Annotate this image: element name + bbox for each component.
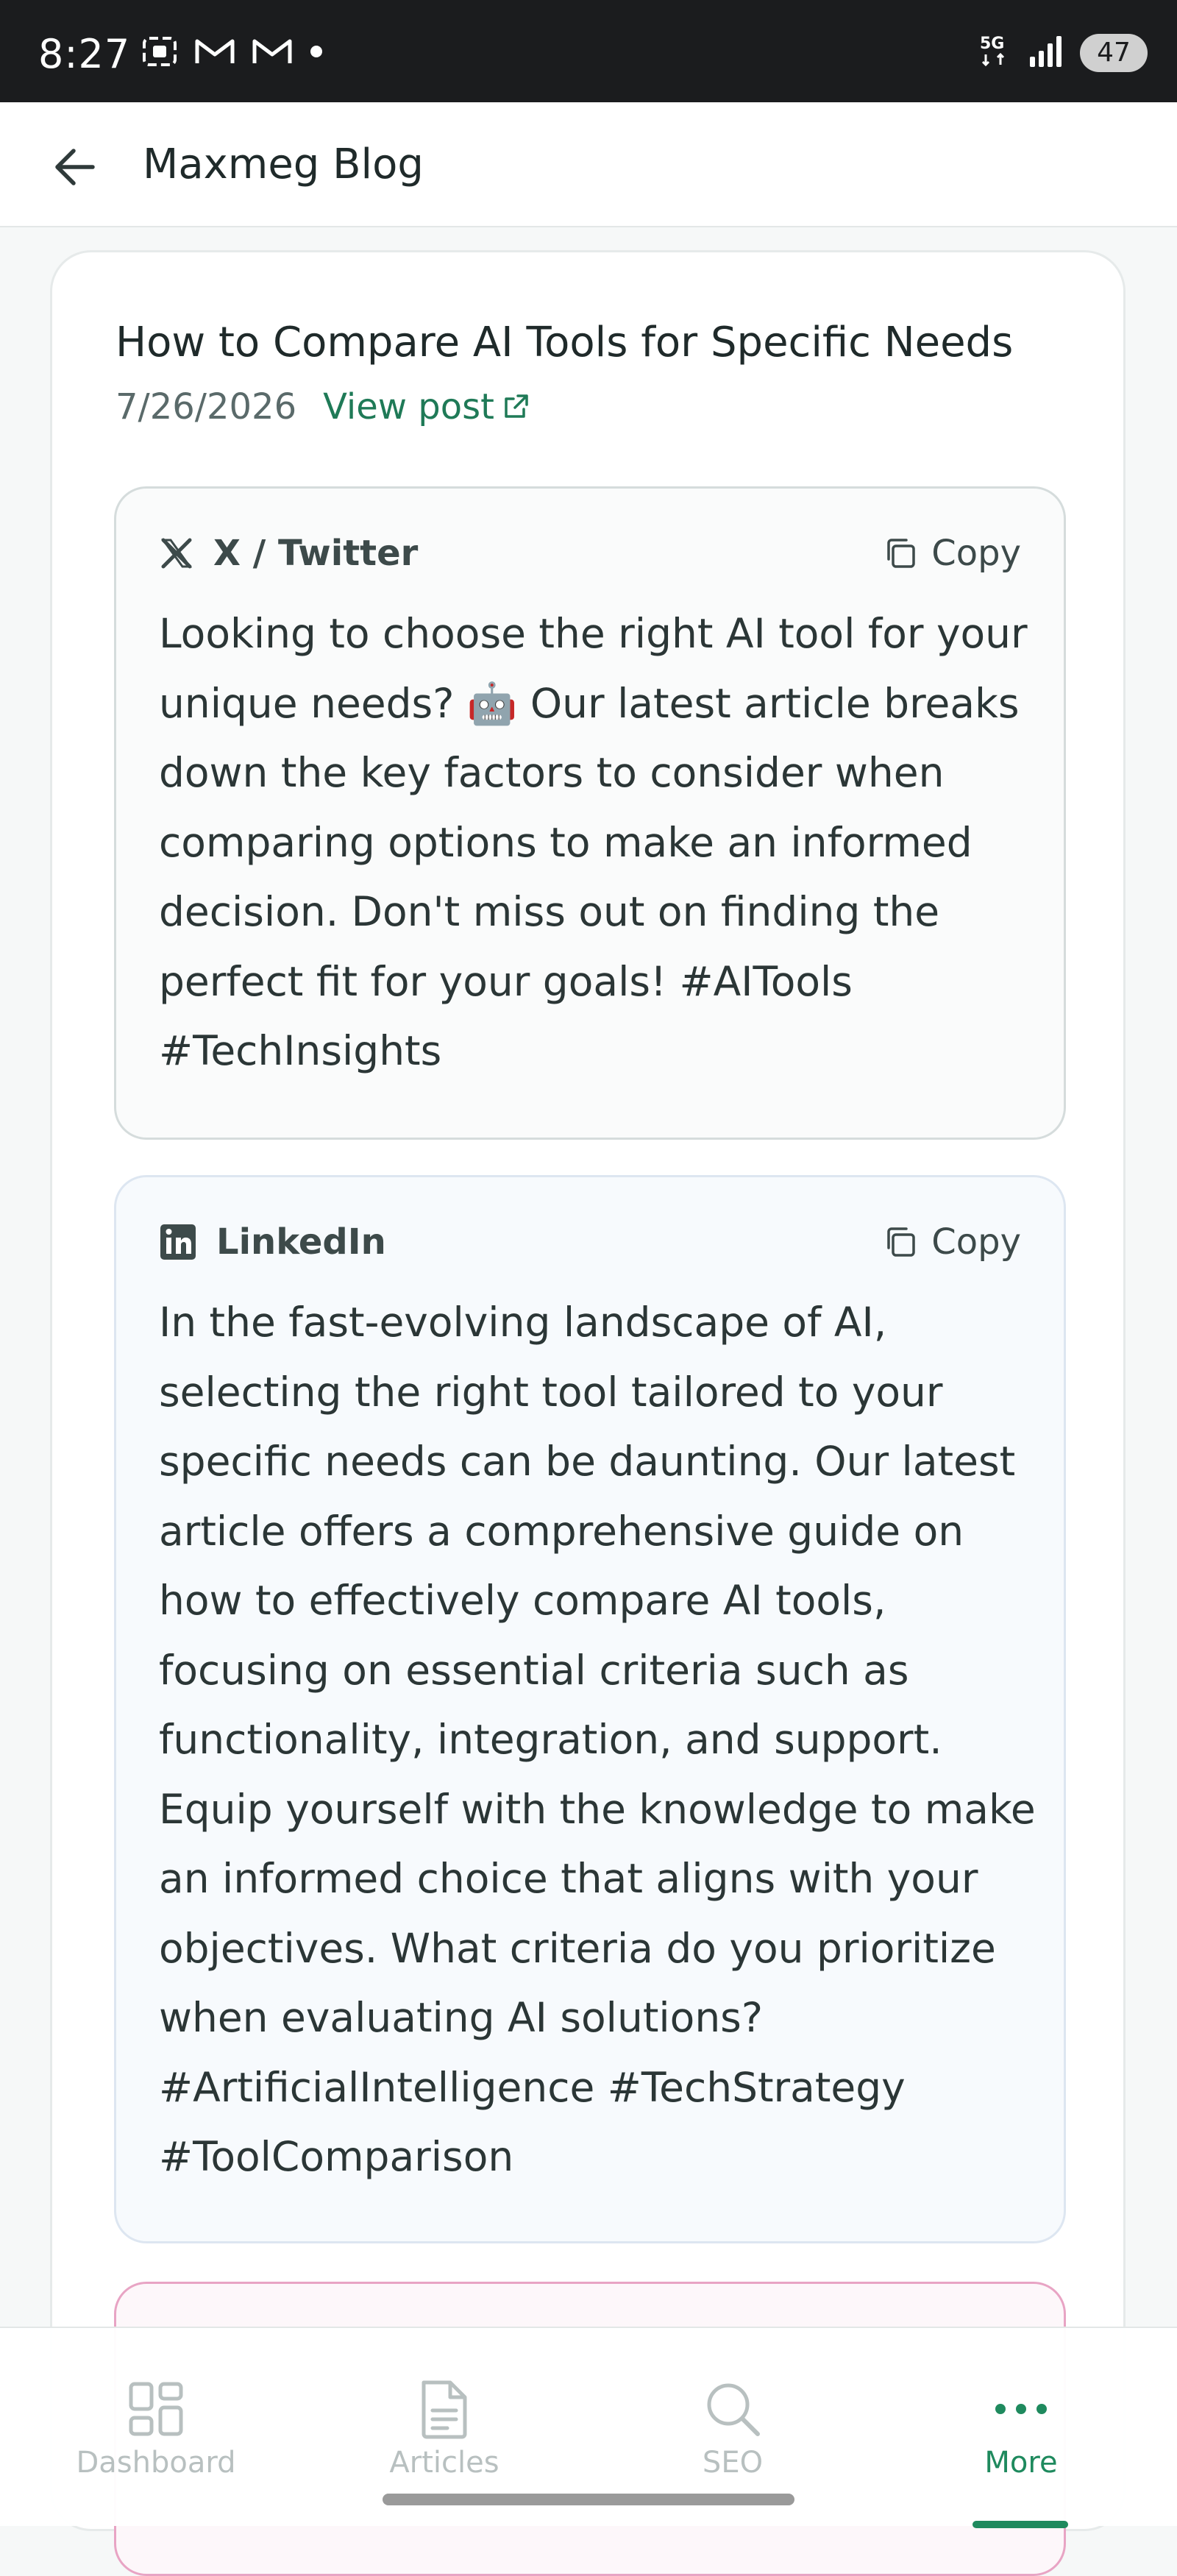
- nav-item-dashboard[interactable]: Dashboard: [46, 2372, 266, 2480]
- linkedin-icon: [160, 1224, 196, 1260]
- nav-item-more[interactable]: More: [911, 2372, 1131, 2480]
- screenshot-icon: [141, 35, 178, 71]
- gesture-handle[interactable]: [383, 2494, 794, 2505]
- twitter-copy-button[interactable]: Copy: [883, 533, 1021, 574]
- view-post-label: View post: [323, 386, 494, 427]
- linkedin-label: LinkedIn: [216, 1221, 386, 1263]
- post-meta: 7/26/2026 View post: [115, 386, 530, 427]
- linkedin-header: LinkedIn: [159, 1221, 386, 1263]
- status-time: 8:27: [38, 31, 131, 77]
- more-icon: [995, 2404, 1047, 2414]
- post-title: How to Compare AI Tools for Specific Nee…: [115, 319, 1014, 366]
- linkedin-post-text: In the fast-evolving landscape of AI, se…: [159, 1299, 1036, 2180]
- app-title: Maxmeg Blog: [143, 141, 424, 188]
- copy-icon: [887, 1227, 915, 1257]
- nav-label-seo: SEO: [702, 2446, 764, 2480]
- nav-item-articles[interactable]: Articles: [334, 2372, 555, 2480]
- twitter-post-box: X / Twitter Copy Looking to choose the r…: [114, 486, 1066, 1140]
- battery-indicator: 47: [1080, 33, 1148, 72]
- notification-icons: [141, 35, 324, 71]
- twitter-header: X / Twitter: [159, 533, 418, 574]
- nav-label-more: More: [984, 2446, 1058, 2480]
- linkedin-copy-button[interactable]: Copy: [883, 1221, 1021, 1263]
- copy-label: Copy: [931, 1221, 1021, 1263]
- twitter-label: X / Twitter: [213, 533, 419, 574]
- nav-item-seo[interactable]: SEO: [622, 2372, 843, 2480]
- network-5g-icon: 5G: [978, 32, 1012, 73]
- active-tab-indicator: [972, 2521, 1068, 2528]
- nav-label-articles: Articles: [389, 2446, 499, 2480]
- search-icon: [707, 2383, 760, 2436]
- x-twitter-icon: [161, 538, 192, 569]
- back-button[interactable]: [46, 138, 104, 196]
- view-post-link[interactable]: View post: [323, 386, 530, 427]
- gmail-icon: [194, 37, 235, 70]
- dashboard-icon: [129, 2382, 183, 2436]
- svg-text:5G: 5G: [980, 35, 1004, 53]
- linkedin-post-box: LinkedIn Copy In the fast-evolving lands…: [114, 1175, 1066, 2243]
- arrow-left-icon: [55, 149, 95, 185]
- external-link-icon: [505, 394, 528, 418]
- copy-label: Copy: [931, 533, 1021, 574]
- signal-icon: [1028, 33, 1064, 72]
- twitter-post-text: Looking to choose the right AI tool for …: [159, 610, 1028, 1074]
- gmail-icon: [252, 37, 293, 70]
- post-date: 7/26/2026: [115, 386, 297, 427]
- document-icon: [422, 2380, 467, 2439]
- status-bar: 8:27 5G 47: [0, 0, 1177, 102]
- post-card: How to Compare AI Tools for Specific Nee…: [50, 250, 1126, 2576]
- app-bar: Maxmeg Blog: [0, 102, 1177, 227]
- nav-label-dashboard: Dashboard: [76, 2446, 236, 2480]
- copy-icon: [887, 539, 915, 568]
- dot-icon: [309, 44, 324, 63]
- system-icons: 5G 47: [978, 32, 1148, 73]
